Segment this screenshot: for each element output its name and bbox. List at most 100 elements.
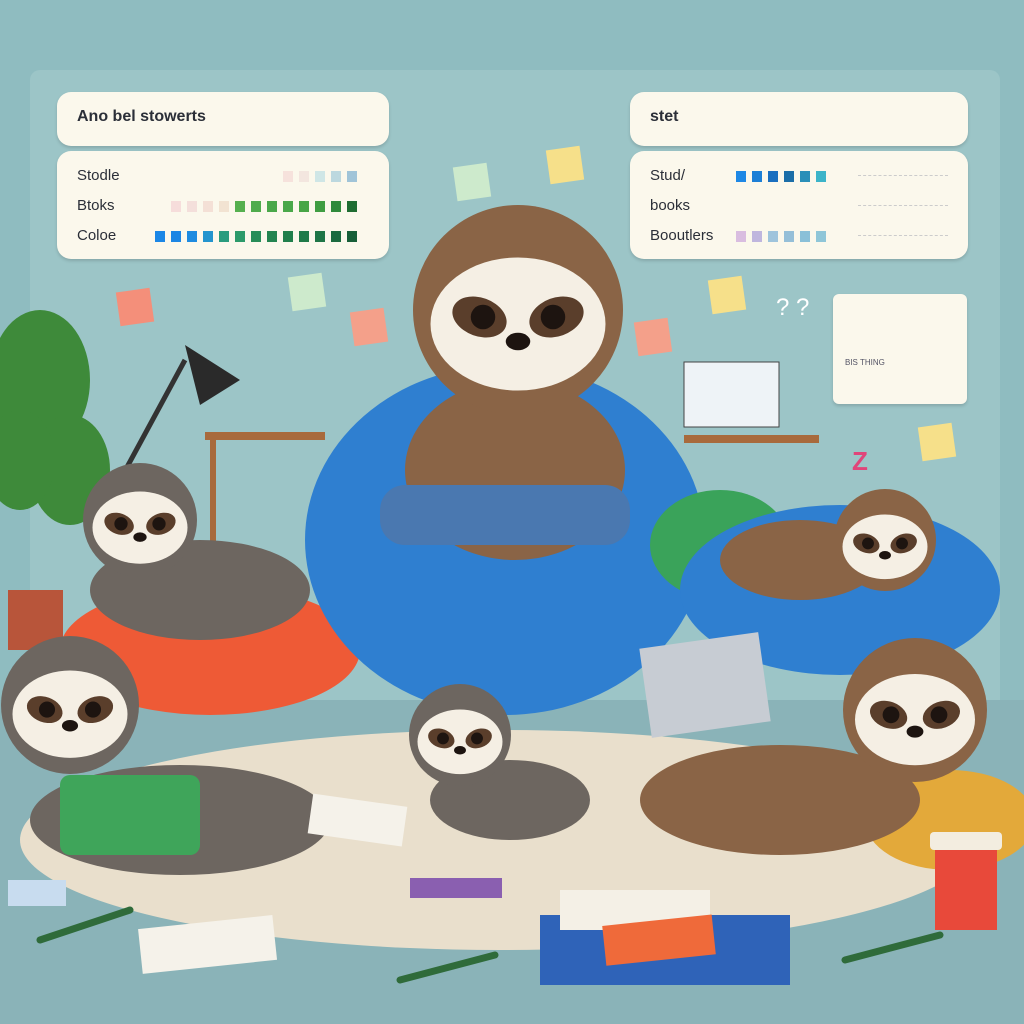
sticky-note [115, 287, 155, 327]
coffee-lid [930, 832, 1002, 850]
sticky-note [287, 272, 327, 312]
eye [38, 701, 56, 718]
sticky-note [917, 422, 957, 462]
coffee-cup [935, 845, 997, 930]
green-shirt [60, 775, 200, 855]
color-swatch [315, 171, 325, 182]
legend-row-label: Btoks [77, 197, 115, 214]
chart-card-caption: BIS THING [845, 358, 885, 367]
faint-scale [858, 175, 948, 177]
eye [114, 517, 128, 531]
color-swatch [768, 231, 778, 242]
nose [133, 532, 147, 542]
shelf-leg [210, 440, 216, 550]
question-marks: ? ? [776, 294, 810, 321]
eye [882, 706, 900, 724]
chart-card: BIS THING [833, 294, 967, 404]
faint-scale [858, 235, 948, 237]
sticky-note [707, 275, 747, 315]
color-swatch [187, 201, 197, 212]
eye [437, 732, 449, 745]
legend-row-label: books [650, 197, 691, 214]
color-swatch [203, 231, 213, 242]
eye [540, 304, 566, 330]
laptop [639, 632, 771, 738]
color-swatch [219, 231, 229, 242]
monitor [683, 361, 780, 428]
right-panel-title: stet [650, 108, 679, 125]
left-panel-legend: Stodle Btoks Coloe [57, 151, 389, 259]
color-swatch [331, 231, 341, 242]
sticky-note [349, 307, 389, 347]
color-swatch [267, 231, 277, 242]
eye [152, 517, 166, 531]
color-swatch [299, 201, 309, 212]
color-swatch [235, 201, 245, 212]
nose [505, 332, 531, 351]
color-swatch [187, 231, 197, 242]
left-panel-title: Ano bel stowerts [77, 108, 206, 125]
color-swatch [331, 201, 341, 212]
eye [930, 706, 948, 724]
sticky-note [545, 145, 585, 185]
color-swatch [736, 171, 746, 182]
color-swatch [267, 201, 277, 212]
legend-row-label: Booutlers [650, 227, 714, 244]
color-swatch [155, 231, 165, 242]
eraser [8, 880, 66, 906]
color-swatch [219, 201, 229, 212]
color-swatch [283, 171, 293, 182]
color-swatch [299, 231, 309, 242]
color-swatch [800, 231, 810, 242]
right-panel-header: stet [630, 92, 968, 146]
sloth-face [855, 674, 975, 766]
eye [470, 304, 496, 330]
color-swatch [315, 231, 325, 242]
sloth-face [12, 670, 128, 758]
nose [906, 725, 924, 738]
nose [454, 746, 466, 755]
eye [471, 732, 483, 745]
color-swatch [315, 201, 325, 212]
left-panel-header: Ano bel stowerts [57, 92, 389, 146]
jeans [380, 485, 630, 545]
color-swatch [283, 231, 293, 242]
right-panel-legend: Stud/books Booutlers [630, 151, 968, 259]
desk [684, 435, 819, 443]
sloth-face [842, 514, 928, 580]
legend-row-label: Stud/ [650, 167, 686, 184]
color-swatch [299, 171, 309, 182]
color-swatch [235, 231, 245, 242]
legend-row-label: Coloe [77, 227, 117, 244]
color-swatch [816, 171, 826, 182]
color-swatch [331, 171, 341, 182]
color-swatch [251, 201, 261, 212]
legend-row-label: Stodle [77, 167, 120, 184]
sticky-note [633, 317, 673, 357]
color-swatch [736, 231, 746, 242]
faint-scale [858, 205, 948, 207]
shelf [205, 432, 325, 440]
color-swatch [816, 231, 826, 242]
color-swatch [752, 231, 762, 242]
color-swatch [171, 231, 181, 242]
color-swatch [171, 201, 181, 212]
sloth-face [417, 709, 503, 775]
sticky-note [452, 162, 492, 202]
sloth-face [430, 257, 606, 391]
nose [61, 719, 79, 732]
color-swatch [283, 201, 293, 212]
sleep-z: Z [852, 446, 868, 476]
color-swatch [347, 201, 357, 212]
sloth-face [92, 491, 188, 564]
color-swatch [784, 231, 794, 242]
color-swatch [251, 231, 261, 242]
color-swatch [752, 171, 762, 182]
color-swatch [203, 201, 213, 212]
color-swatch [784, 171, 794, 182]
eye [896, 537, 908, 550]
eye [862, 537, 874, 550]
markers [410, 878, 502, 898]
color-swatch [347, 171, 357, 182]
color-swatch [800, 171, 810, 182]
